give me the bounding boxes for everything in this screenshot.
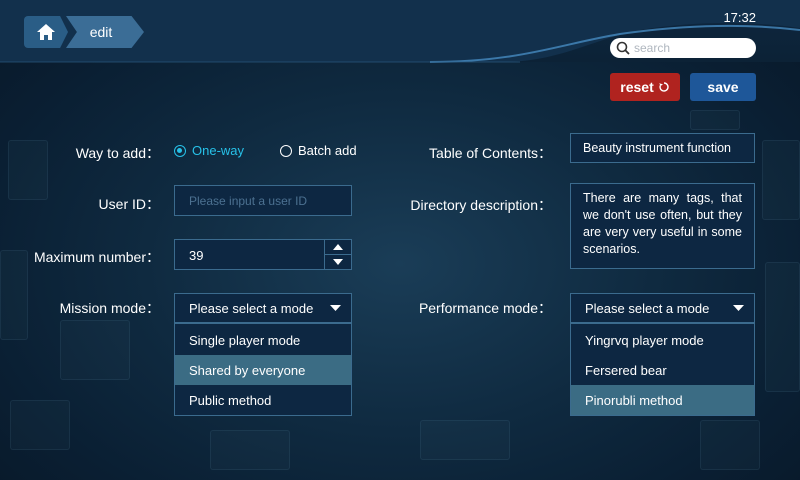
- reset-button[interactable]: reset: [610, 73, 680, 101]
- radio-one-way-label: One-way: [192, 143, 245, 158]
- home-icon: [37, 24, 55, 40]
- table-of-contents-value: Beauty instrument function: [583, 141, 731, 155]
- maximum-number-stepper[interactable]: 39: [174, 239, 352, 270]
- search-box[interactable]: [610, 38, 756, 58]
- mission-mode-label: Mission mode：: [59, 300, 160, 316]
- performance-mode-selected: Please select a mode: [585, 300, 710, 316]
- dropdown-item[interactable]: Single player mode: [175, 325, 351, 355]
- save-button[interactable]: save: [690, 73, 756, 101]
- dropdown-item-highlighted[interactable]: Pinorubli method: [571, 385, 754, 415]
- caret-down-icon: [330, 305, 341, 311]
- radio-one-way[interactable]: One-way: [174, 143, 244, 158]
- chevron-down-icon: [333, 259, 343, 265]
- search-icon: [616, 41, 630, 55]
- chevron-up-icon: [333, 244, 343, 250]
- search-input[interactable]: [634, 41, 752, 55]
- performance-mode-dropdown: Yingrvq player mode Fersered bear Pinoru…: [570, 323, 755, 416]
- radio-batch-add-label: Batch add: [298, 143, 357, 158]
- table-of-contents-label: Table of Contents：: [429, 145, 552, 161]
- radio-checked-icon: [174, 144, 186, 157]
- refresh-icon: [658, 81, 670, 93]
- radio-batch-add[interactable]: Batch add: [280, 143, 357, 158]
- user-id-label: User ID：: [98, 196, 160, 212]
- home-button[interactable]: [24, 16, 68, 48]
- user-id-input[interactable]: [175, 186, 351, 215]
- radio-unchecked-icon: [280, 144, 292, 157]
- table-of-contents-field[interactable]: Beauty instrument function: [570, 133, 755, 163]
- maximum-number-value: 39: [189, 248, 204, 263]
- dropdown-item[interactable]: Fersered bear: [571, 355, 754, 385]
- user-id-field[interactable]: [174, 185, 352, 216]
- performance-mode-label: Performance mode：: [418, 300, 552, 316]
- directory-description-textarea[interactable]: There are many tags, that we don't use o…: [570, 183, 755, 269]
- caret-down-icon: [733, 305, 744, 311]
- mission-mode-selected: Please select a mode: [189, 300, 314, 316]
- maximum-number-label: Maximum number：: [33, 249, 160, 265]
- breadcrumb-edit[interactable]: edit: [66, 16, 144, 48]
- breadcrumb: edit: [24, 16, 144, 48]
- dropdown-item-highlighted[interactable]: Shared by everyone: [175, 355, 351, 385]
- stepper-buttons: [324, 240, 351, 269]
- mission-mode-dropdown: Single player mode Shared by everyone Pu…: [174, 323, 352, 416]
- dropdown-item[interactable]: Public method: [175, 385, 351, 415]
- directory-description-label: Directory description：: [410, 197, 552, 213]
- decrement-button[interactable]: [325, 254, 351, 269]
- increment-button[interactable]: [325, 240, 351, 254]
- way-to-add-label: Way to add：: [75, 145, 160, 161]
- clock: 17:32: [723, 10, 756, 25]
- dropdown-item[interactable]: Yingrvq player mode: [571, 325, 754, 355]
- reset-label: reset: [620, 79, 654, 95]
- performance-mode-select[interactable]: Please select a mode: [570, 293, 755, 323]
- mission-mode-select[interactable]: Please select a mode: [174, 293, 352, 323]
